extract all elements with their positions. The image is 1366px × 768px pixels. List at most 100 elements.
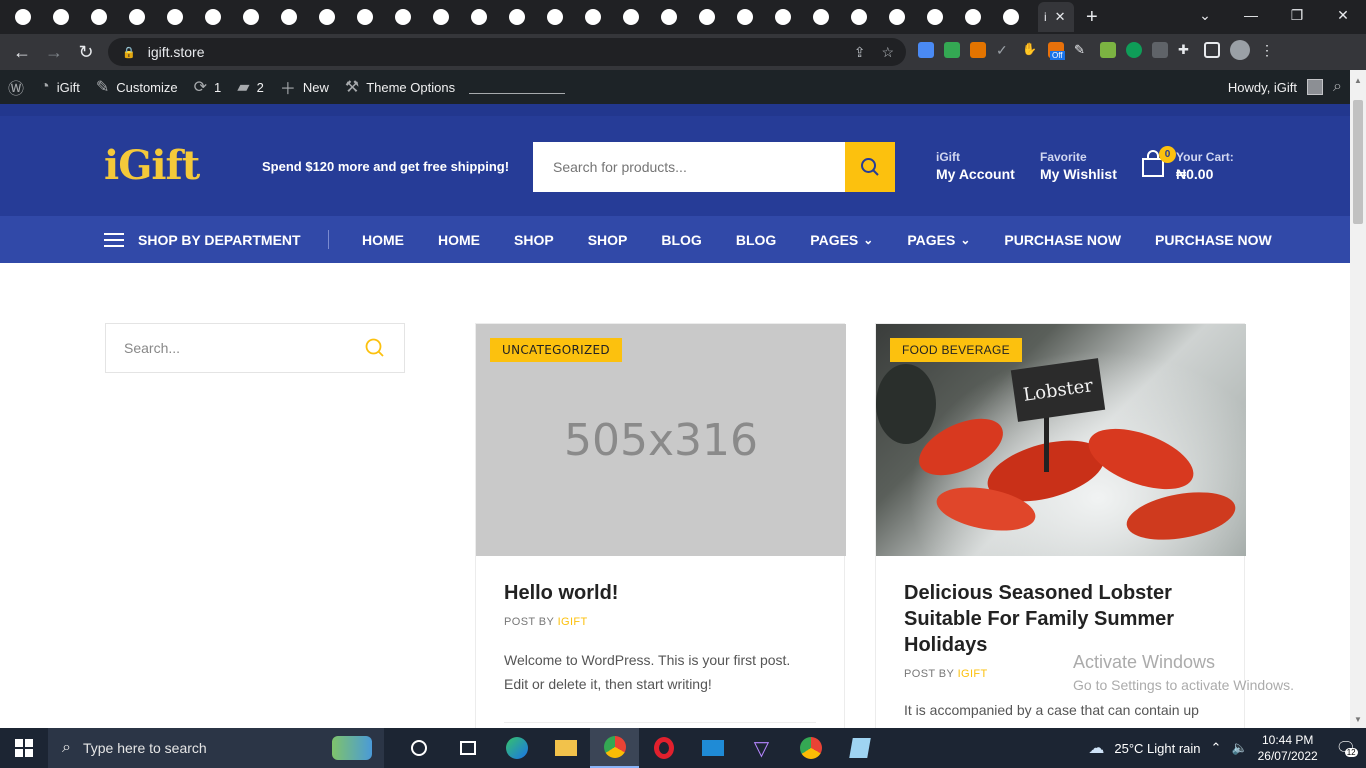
new-content-menu[interactable]: ＋ New [272, 75, 337, 99]
sidebar-search[interactable]: Search... [105, 323, 405, 373]
howdy-user-menu[interactable]: Howdy, iGift [1228, 80, 1297, 95]
extension-cube-icon[interactable] [970, 42, 986, 58]
product-search-input[interactable] [533, 142, 845, 192]
updates-link[interactable]: ⟳ 1 [186, 77, 230, 97]
taskbar-clock[interactable]: 10:44 PM 26/07/2022 [1258, 732, 1318, 764]
browser-tab[interactable] [232, 2, 270, 32]
vpn-app-icon[interactable]: ▽ [737, 728, 786, 768]
nav-link-pages[interactable]: PAGES ⌄ [907, 232, 970, 248]
category-tag[interactable]: UNCATEGORIZED [490, 338, 622, 362]
browser-tab[interactable] [726, 2, 764, 32]
opera-app-icon[interactable] [639, 728, 688, 768]
scrollbar-thumb[interactable] [1353, 100, 1363, 224]
weather-text[interactable]: 25°C Light rain [1114, 741, 1200, 756]
restore-icon[interactable]: ❐ [1274, 0, 1320, 30]
extension-k-icon[interactable] [1126, 42, 1142, 58]
tab-search-icon[interactable]: ⌄ [1182, 0, 1228, 30]
nav-link-pages[interactable]: PAGES ⌄ [810, 232, 873, 248]
minimize-icon[interactable]: — [1228, 0, 1274, 30]
start-button[interactable] [0, 739, 48, 757]
my-wishlist-link[interactable]: Favorite My Wishlist [1040, 150, 1117, 182]
taskbar-search[interactable]: ⌕ Type here to search [48, 728, 384, 768]
category-tag[interactable]: FOOD BEVERAGE [890, 338, 1022, 362]
post-title[interactable]: Delicious Seasoned Lobster Suitable For … [904, 580, 1216, 658]
browser-tab[interactable] [688, 2, 726, 32]
browser-tab[interactable] [878, 2, 916, 32]
browser-tab[interactable] [612, 2, 650, 32]
post-author-link[interactable]: IGIFT [958, 668, 988, 680]
task-view-icon[interactable] [443, 728, 492, 768]
post-thumbnail-lobster[interactable]: Lobster FOOD BEVERAGE [876, 324, 1246, 556]
theme-options-link[interactable]: ⚒ Theme Options [337, 77, 463, 97]
browser-tab[interactable] [574, 2, 612, 32]
browser-tab[interactable] [840, 2, 878, 32]
extension-off-icon[interactable]: Off [1048, 42, 1065, 60]
stats-sparkline[interactable] [469, 80, 566, 94]
cart-link[interactable]: 0 Your Cart: ₦0.00 [1140, 146, 1234, 182]
new-tab-button[interactable]: + [1086, 6, 1098, 29]
extension-pen-icon[interactable]: ✎ [1074, 42, 1090, 58]
notification-icon[interactable]: 🗨12 [1336, 738, 1358, 758]
browser-tab[interactable] [156, 2, 194, 32]
browser-tab[interactable] [80, 2, 118, 32]
browser-tab[interactable] [4, 2, 42, 32]
site-name-menu[interactable]: ◔ iGift [32, 78, 88, 96]
extension-edit-icon[interactable] [918, 42, 934, 58]
nav-link-shop[interactable]: SHOP [588, 232, 628, 248]
browser-tab[interactable] [992, 2, 1030, 32]
nav-link-blog[interactable]: BLOG [736, 232, 776, 248]
notes-app-icon[interactable] [835, 728, 884, 768]
volume-icon[interactable]: 🔈 [1231, 740, 1247, 756]
post-thumbnail-placeholder[interactable]: 505x316 UNCATEGORIZED [476, 324, 846, 556]
browser-tab[interactable] [308, 2, 346, 32]
nav-link-purchase-now[interactable]: PURCHASE NOW [1004, 232, 1121, 248]
browser-tab[interactable] [194, 2, 232, 32]
tray-chevron-icon[interactable]: ⌃ [1211, 740, 1222, 756]
close-tab-icon[interactable]: ✕ [1055, 9, 1066, 25]
extension-check-icon[interactable]: ✓ [996, 42, 1012, 58]
chrome-menu-icon[interactable]: ⋮ [1260, 42, 1276, 58]
address-bar[interactable]: 🔒 igift.store ⇪ ☆ [108, 38, 906, 66]
file-explorer-icon[interactable] [541, 728, 590, 768]
site-logo[interactable]: iGift [104, 142, 200, 189]
browser-tab[interactable] [384, 2, 422, 32]
chrome-profile-app-icon[interactable] [786, 728, 835, 768]
mail-app-icon[interactable] [688, 728, 737, 768]
post-title[interactable]: Hello world! [504, 580, 816, 606]
browser-tab[interactable] [498, 2, 536, 32]
nav-link-home[interactable]: HOME [362, 232, 404, 248]
wp-logo-menu[interactable]: Ⓦ [0, 75, 32, 99]
extension-hand-icon[interactable]: ✋ [1022, 42, 1038, 58]
customize-link[interactable]: ✎ Customize [88, 77, 186, 97]
page-scrollbar[interactable]: ▲ ▼ [1350, 70, 1366, 728]
browser-tab[interactable] [346, 2, 384, 32]
edge-app-icon[interactable] [492, 728, 541, 768]
sidepanel-icon[interactable] [1204, 42, 1220, 58]
extension-leaf-icon[interactable] [1100, 42, 1116, 58]
browser-tab[interactable] [460, 2, 498, 32]
nav-link-home[interactable]: HOME [438, 232, 480, 248]
browser-tab[interactable] [764, 2, 802, 32]
active-tab[interactable]: i ✕ [1038, 2, 1074, 32]
reload-icon[interactable]: ↻ [70, 42, 102, 63]
admin-search-icon[interactable]: ⌕ [1333, 78, 1342, 96]
nav-link-blog[interactable]: BLOG [661, 232, 701, 248]
browser-tab[interactable] [42, 2, 80, 32]
cortana-icon[interactable] [394, 728, 443, 768]
forward-arrow-icon[interactable]: → [38, 42, 70, 63]
sidebar-search-icon[interactable] [364, 337, 386, 359]
extension-a-icon[interactable] [1152, 42, 1168, 58]
browser-tab[interactable] [270, 2, 308, 32]
lock-icon[interactable]: 🔒 [122, 46, 136, 59]
browser-tab[interactable] [650, 2, 688, 32]
browser-tab[interactable] [536, 2, 574, 32]
product-search-button[interactable] [845, 142, 895, 192]
extension-battery-icon[interactable] [944, 42, 960, 58]
back-arrow-icon[interactable]: ← [6, 42, 38, 63]
close-window-icon[interactable]: ✕ [1320, 0, 1366, 30]
shop-by-department-menu[interactable]: SHOP BY DEPARTMENT [104, 232, 301, 248]
extensions-puzzle-icon[interactable]: ✚ [1178, 42, 1194, 58]
post-author-link[interactable]: IGIFT [558, 616, 588, 628]
browser-tab[interactable] [916, 2, 954, 32]
user-avatar[interactable] [1307, 79, 1324, 95]
